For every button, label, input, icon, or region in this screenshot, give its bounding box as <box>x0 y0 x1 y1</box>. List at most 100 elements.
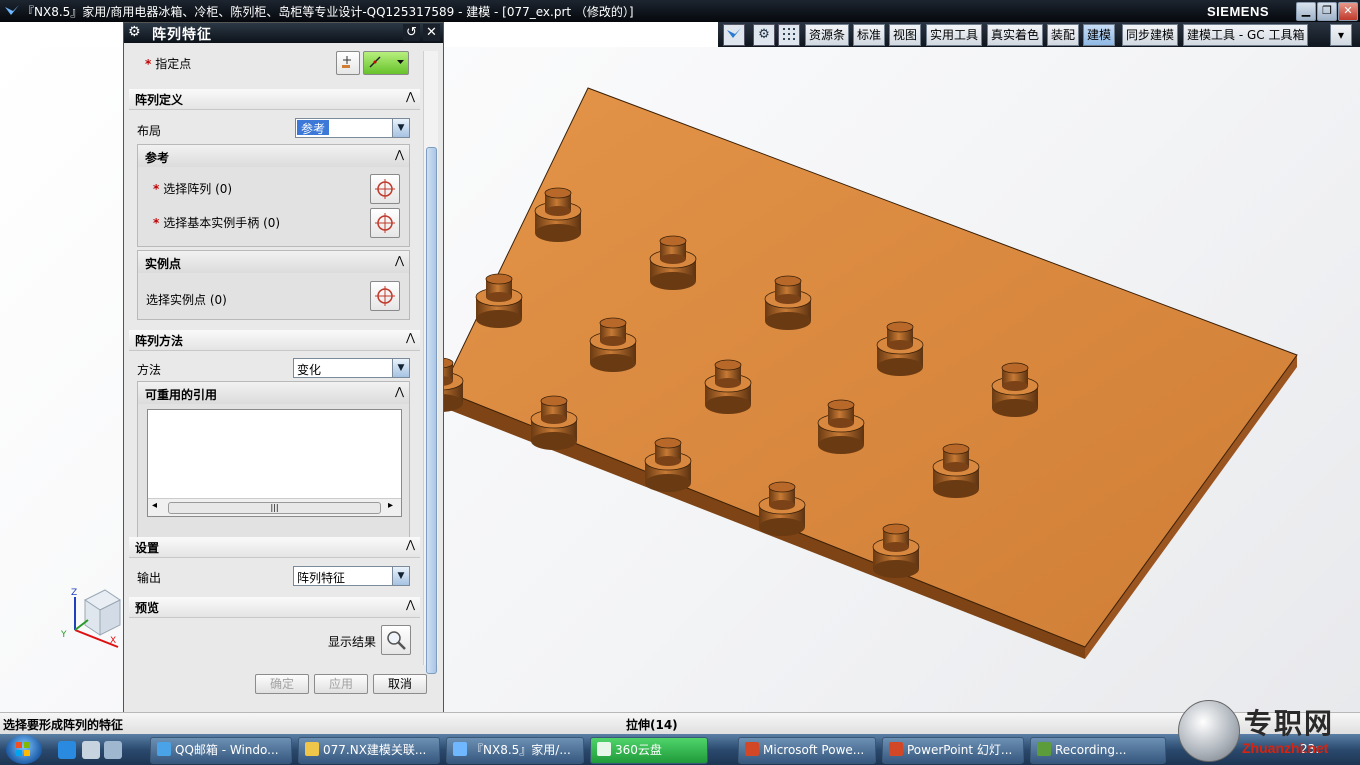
method-value: 变化 <box>297 363 322 377</box>
title-bar: 『NX8.5』家用/商用电器冰箱、冷柜、陈列柜、岛柜等专业设计-QQ125317… <box>0 0 1360 22</box>
list-horizontal-scrollbar[interactable]: ◂ ||| ▸ <box>148 498 401 516</box>
nx-logo-icon[interactable] <box>723 24 745 46</box>
tab-standard[interactable]: 标准 <box>853 24 886 46</box>
switch-windows-icon[interactable] <box>104 741 122 759</box>
watermark-logo-icon <box>1178 700 1240 762</box>
preview-title: 预览 <box>135 601 160 615</box>
dialog-settings-icon[interactable]: ⚙ <box>128 24 141 40</box>
grid-icon[interactable] <box>778 24 800 46</box>
select-array-button[interactable] <box>370 174 400 204</box>
layout-value: 参考 <box>297 120 330 136</box>
tab-modeling[interactable]: 建模 <box>1083 24 1116 46</box>
application-toolbar: ⚙ 资源条 标准 视图 实用工具 真实着色 装配 建模 同步建模 建模工具 - … <box>718 22 1360 47</box>
select-base-handle-button[interactable] <box>370 208 400 238</box>
settings-title: 设置 <box>135 541 160 555</box>
dialog-title-bar[interactable]: ⚙ 阵列特征 ↺ ✕ <box>124 23 443 43</box>
tab-synchronous-modeling[interactable]: 同步建模 <box>1122 24 1179 46</box>
method-label: 方法 <box>137 363 162 377</box>
siemens-logo: SIEMENS <box>1207 4 1270 19</box>
watermark-text: 专职网 <box>1244 707 1335 740</box>
show-result-label: 显示结果 <box>328 635 377 649</box>
tab-assembly[interactable]: 装配 <box>1047 24 1080 46</box>
windows-logo-icon <box>16 742 30 756</box>
chevron-down-icon[interactable]: ▼ <box>392 359 409 377</box>
settings-gear-icon[interactable]: ⚙ <box>753 24 775 46</box>
reusable-references-list[interactable]: ◂ ||| ▸ <box>147 409 402 517</box>
point-dialog-button[interactable] <box>336 51 360 75</box>
instance-point-group: 实例点 ⋀ 选择实例点 (0) <box>137 250 410 320</box>
dialog-close-icon[interactable]: ✕ <box>423 24 440 41</box>
taskbar-item-folder[interactable]: 077.NX建模关联... <box>298 737 440 764</box>
ok-button[interactable]: 确定 <box>255 674 309 694</box>
reference-group: 参考 ⋀ * 选择阵列 (0) * 选择基本实例手柄 (0) <box>137 144 410 247</box>
collapse-chevron-icon[interactable]: ⋀ <box>406 598 415 611</box>
x-axis-label: X <box>110 636 116 646</box>
ie-quicklaunch-icon[interactable] <box>58 741 76 759</box>
instance-point-header[interactable]: 实例点 ⋀ <box>138 251 409 273</box>
instance-point-title: 实例点 <box>145 257 182 271</box>
scroll-thumb[interactable] <box>426 147 437 674</box>
reusable-references-header[interactable]: 可重用的引用 ⋀ <box>138 382 409 404</box>
taskbar-item-recording[interactable]: Recording... <box>1030 737 1166 764</box>
maximize-button[interactable]: ❐ <box>1317 2 1337 21</box>
scroll-thumb[interactable]: ||| <box>168 502 381 514</box>
tab-gc-toolkit[interactable]: 建模工具 - GC 工具箱 <box>1183 24 1309 46</box>
chevron-down-icon[interactable]: ▼ <box>392 567 409 585</box>
window-title: 『NX8.5』家用/商用电器冰箱、冷柜、陈列柜、岛柜等专业设计-QQ125317… <box>22 5 634 19</box>
collapse-chevron-icon[interactable]: ⋀ <box>406 538 415 551</box>
layout-select[interactable]: 参考 ▼ <box>295 118 410 138</box>
collapse-chevron-icon[interactable]: ⋀ <box>395 385 404 398</box>
select-array-label: * 选择阵列 (0) <box>153 182 233 196</box>
y-axis-label: Y <box>60 630 67 640</box>
taskbar-item-slideshow[interactable]: PowerPoint 幻灯... <box>882 737 1024 764</box>
array-method-header[interactable]: 阵列方法 ⋀ <box>129 330 420 351</box>
tab-view[interactable]: 视图 <box>889 24 922 46</box>
method-select[interactable]: 变化 ▼ <box>293 358 410 378</box>
magnifier-icon <box>387 631 406 650</box>
tab-true-shading[interactable]: 真实着色 <box>987 24 1044 46</box>
settings-header[interactable]: 设置 ⋀ <box>129 537 420 558</box>
cancel-button[interactable]: 取消 <box>373 674 427 694</box>
close-window-button[interactable]: ✕ <box>1338 2 1358 21</box>
taskbar-item-powerpoint[interactable]: Microsoft Powe... <box>738 737 876 764</box>
chevron-down-icon[interactable]: ▼ <box>392 119 409 137</box>
reference-header[interactable]: 参考 ⋀ <box>138 145 409 167</box>
show-result-button[interactable] <box>381 625 411 655</box>
select-instance-point-label: 选择实例点 (0) <box>146 293 227 307</box>
z-axis-label: Z <box>71 588 77 598</box>
output-select[interactable]: 阵列特征 ▼ <box>293 566 410 586</box>
nx-app-icon[interactable] <box>4 3 20 19</box>
scroll-left-icon[interactable]: ◂ <box>152 500 157 511</box>
toolbar-options-button[interactable]: ▾ <box>1330 24 1352 46</box>
collapse-chevron-icon[interactable]: ⋀ <box>406 331 415 344</box>
dialog-title: 阵列特征 <box>152 27 212 43</box>
inferred-point-dropdown[interactable] <box>363 51 409 75</box>
windows-taskbar: QQ邮箱 - Windo... 077.NX建模关联... 『NX8.5』家用/… <box>0 734 1360 765</box>
tab-utilities[interactable]: 实用工具 <box>926 24 983 46</box>
taskbar-item-nx[interactable]: 『NX8.5』家用/... <box>446 737 584 764</box>
wcs-triad: Z Y X <box>60 588 121 648</box>
array-definition-title: 阵列定义 <box>135 93 184 107</box>
cue-line-prompt: 选择要形成阵列的特征 <box>3 718 124 732</box>
array-definition-header[interactable]: 阵列定义 ⋀ <box>129 89 420 110</box>
status-line: 拉伸(14) <box>626 718 678 732</box>
start-button[interactable] <box>6 735 42 764</box>
reset-icon[interactable]: ↺ <box>403 24 420 41</box>
tab-resource-bar[interactable]: 资源条 <box>805 24 850 46</box>
taskbar-item-qqmail[interactable]: QQ邮箱 - Windo... <box>150 737 292 764</box>
collapse-chevron-icon[interactable]: ⋀ <box>395 254 404 267</box>
minimize-button[interactable]: ▁ <box>1296 2 1316 21</box>
pattern-feature-dialog: ⚙ 阵列特征 ↺ ✕ * 指定点 阵列定义 ⋀ 布局 参考 ▼ 参考 ⋀ * 选… <box>123 22 444 713</box>
select-instance-point-button[interactable] <box>370 281 400 311</box>
collapse-chevron-icon[interactable]: ⋀ <box>406 90 415 103</box>
dialog-vertical-scrollbar[interactable] <box>423 51 438 674</box>
site-watermark: 专职网 Zhuanzhi.net <box>1178 700 1360 765</box>
show-desktop-icon[interactable] <box>82 741 100 759</box>
apply-button[interactable]: 应用 <box>314 674 368 694</box>
taskbar-item-360[interactable]: 360云盘 <box>590 737 708 764</box>
scroll-right-icon[interactable]: ▸ <box>388 500 393 511</box>
collapse-chevron-icon[interactable]: ⋀ <box>395 148 404 161</box>
preview-header[interactable]: 预览 ⋀ <box>129 597 420 618</box>
watermark-url: Zhuanzhi.net <box>1242 740 1329 756</box>
output-label: 输出 <box>137 571 162 585</box>
